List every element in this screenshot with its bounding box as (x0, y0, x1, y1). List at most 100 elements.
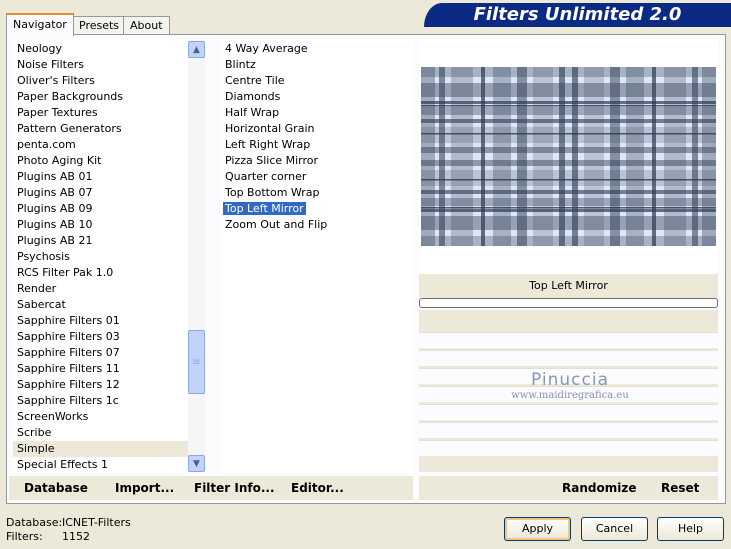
category-item[interactable]: Plugins AB 21 (13, 233, 188, 249)
category-item-label: Sapphire Filters 03 (17, 330, 120, 343)
scroll-down-button[interactable]: ▼ (188, 455, 205, 472)
category-item[interactable]: Sapphire Filters 1c (13, 393, 188, 409)
category-item-label: Photo Aging Kit (17, 154, 102, 167)
category-item-label: Plugins AB 21 (17, 234, 93, 247)
filter-item-label: Pizza Slice Mirror (225, 154, 319, 167)
category-item[interactable]: Plugins AB 01 (13, 169, 188, 185)
category-item[interactable]: Neology (13, 41, 188, 57)
filter-item[interactable]: Blintz (221, 57, 413, 73)
category-item[interactable]: Scribe (13, 425, 188, 441)
filter-list[interactable]: 4 Way Average Blintz Centre Tile Diamonds Ha… (221, 40, 413, 473)
apply-button[interactable]: Apply (504, 517, 571, 541)
category-item[interactable]: Photo Aging Kit (13, 153, 188, 169)
category-item-label: RCS Filter Pak 1.0 (17, 266, 114, 279)
filter-item[interactable]: Quarter corner (221, 169, 413, 185)
category-item-label: Psychosis (17, 250, 70, 263)
parameter-row (419, 422, 718, 438)
category-item-label: Sapphire Filters 1c (17, 394, 119, 407)
category-item[interactable]: Oliver's Filters (13, 73, 188, 89)
category-list[interactable]: Neology Noise Filters Oliver's Filters Pape… (13, 40, 188, 473)
category-item[interactable]: Simple (13, 441, 188, 457)
category-item-label: Sapphire Filters 11 (17, 362, 120, 375)
tab-presets[interactable]: Presets (72, 16, 127, 35)
category-item[interactable]: ScreenWorks (13, 409, 188, 425)
reset-button[interactable]: Reset (661, 476, 699, 500)
help-button[interactable]: Help (657, 517, 724, 541)
filter-item[interactable]: Pizza Slice Mirror (221, 153, 413, 169)
database-button[interactable]: Database (24, 476, 88, 500)
filter-item[interactable]: Half Wrap (221, 105, 413, 121)
import-button[interactable]: Import... (115, 476, 174, 500)
category-item-label: Special Effects 1 (17, 458, 109, 471)
category-item[interactable]: Sabercat (13, 297, 188, 313)
category-item[interactable]: Render (13, 281, 188, 297)
filter-item[interactable]: 4 Way Average (221, 41, 413, 57)
filter-info-button[interactable]: Filter Info... (194, 476, 275, 500)
category-item[interactable]: Sapphire Filters 01 (13, 313, 188, 329)
category-item[interactable]: Sapphire Filters 11 (13, 361, 188, 377)
list-toolbar: Database Import... Filter Info... Editor… (9, 476, 413, 500)
category-item-label: Plugins AB 01 (17, 170, 93, 183)
grip-icon: ≡ (192, 356, 201, 368)
filter-item[interactable]: Diamonds (221, 89, 413, 105)
tab-navigator[interactable]: Navigator (6, 13, 74, 36)
category-item[interactable]: Paper Textures (13, 105, 188, 121)
status-info: Database: ICNET-Filters Filters: 1152 (6, 516, 131, 544)
category-item-label: Scribe (17, 426, 52, 439)
category-item[interactable]: Sapphire Filters 07 (13, 345, 188, 361)
category-item[interactable]: Paper Backgrounds (13, 89, 188, 105)
category-item-label: Plugins AB 10 (17, 218, 93, 231)
scroll-thumb[interactable]: ≡ (188, 330, 205, 394)
category-item-label: Paper Backgrounds (17, 90, 124, 103)
filter-item[interactable]: Top Bottom Wrap (221, 185, 413, 201)
app-title-banner: Filters Unlimited 2.0 (424, 3, 731, 27)
category-item[interactable]: Plugins AB 07 (13, 185, 188, 201)
category-item[interactable]: penta.com (13, 137, 188, 153)
filter-item-label: Left Right Wrap (225, 138, 311, 151)
filter-item-label: Zoom Out and Flip (225, 218, 328, 231)
parameter-row (419, 332, 718, 348)
parameter-row (419, 404, 718, 420)
category-item-label: Render (17, 282, 57, 295)
progress-bar (419, 298, 718, 308)
watermark: Pinuccia www.maidiregrafica.eu (440, 370, 700, 401)
chevron-down-icon: ▼ (193, 458, 200, 469)
category-item-label: ScreenWorks (17, 410, 89, 423)
filter-item-label: Diamonds (225, 90, 281, 103)
database-status-label: Database: (6, 516, 63, 529)
filter-item-label: 4 Way Average (225, 42, 308, 55)
category-item[interactable]: Psychosis (13, 249, 188, 265)
tab-about[interactable]: About (123, 16, 170, 35)
watermark-name: Pinuccia (531, 370, 609, 390)
category-item-label: Plugins AB 09 (17, 202, 93, 215)
category-item[interactable]: Sapphire Filters 03 (13, 329, 188, 345)
filter-item[interactable]: Left Right Wrap (221, 137, 413, 153)
category-item[interactable]: Plugins AB 10 (13, 217, 188, 233)
selected-filter-label: Top Left Mirror (419, 274, 718, 298)
category-item-label: Plugins AB 07 (17, 186, 93, 199)
filter-item[interactable]: Zoom Out and Flip (221, 217, 413, 233)
randomize-button[interactable]: Randomize (562, 476, 636, 500)
category-item-label: Sapphire Filters 07 (17, 346, 120, 359)
category-item[interactable]: Noise Filters (13, 57, 188, 73)
category-item-label: Sapphire Filters 12 (17, 378, 120, 391)
filter-item[interactable]: Horizontal Grain (221, 121, 413, 137)
category-item[interactable]: RCS Filter Pak 1.0 (13, 265, 188, 281)
filter-item[interactable]: Centre Tile (221, 73, 413, 89)
category-item-label: Oliver's Filters (17, 74, 95, 87)
chevron-up-icon: ▲ (193, 44, 200, 55)
category-scrollbar[interactable]: ▲ ≡ ▼ (188, 40, 205, 472)
category-item-label: Sapphire Filters 01 (17, 314, 120, 327)
category-item-label: Pattern Generators (17, 122, 122, 135)
filter-item[interactable]: Top Left Mirror (221, 201, 413, 217)
category-item[interactable]: Sapphire Filters 12 (13, 377, 188, 393)
cancel-button[interactable]: Cancel (581, 517, 648, 541)
scroll-up-button[interactable]: ▲ (188, 41, 205, 58)
editor-button[interactable]: Editor... (291, 476, 344, 500)
filters-count-value: 1152 (62, 530, 90, 543)
parameter-row (419, 350, 718, 366)
filter-item-label: Top Bottom Wrap (225, 186, 320, 199)
category-item[interactable]: Pattern Generators (13, 121, 188, 137)
category-item[interactable]: Special Effects 1 (13, 457, 188, 473)
category-item[interactable]: Plugins AB 09 (13, 201, 188, 217)
